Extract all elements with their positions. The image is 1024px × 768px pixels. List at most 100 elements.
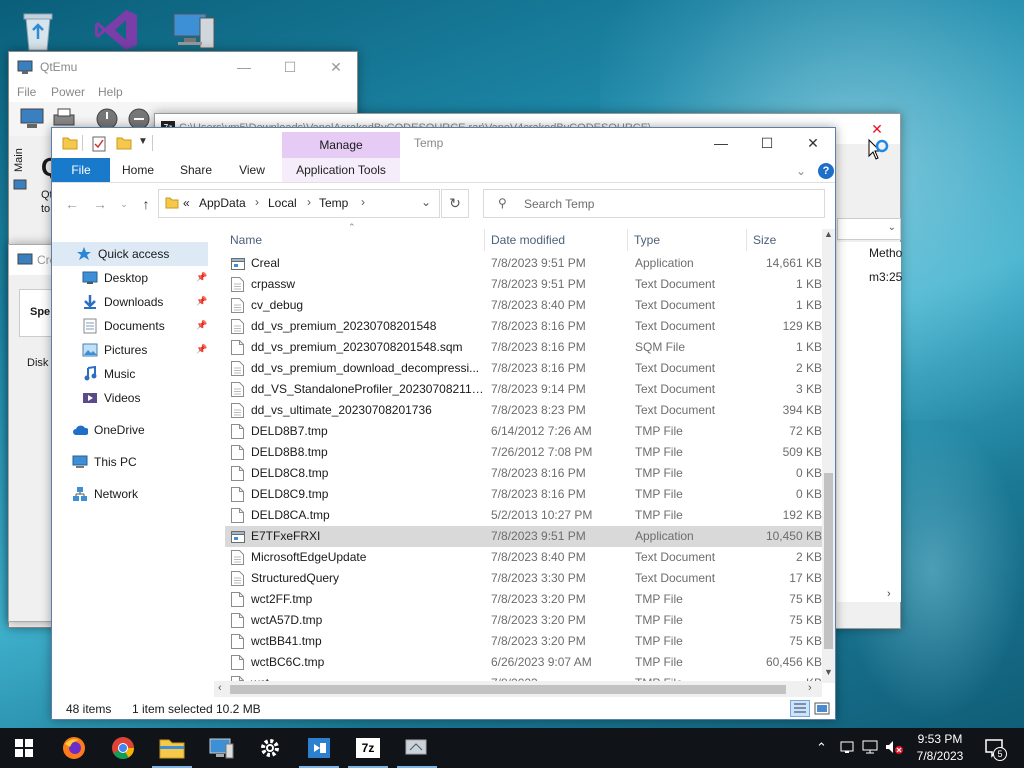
visual-studio-icon[interactable] bbox=[88, 6, 144, 54]
maximize-icon[interactable]: ☐ bbox=[744, 128, 790, 158]
tab-share[interactable]: Share bbox=[174, 158, 218, 182]
network-status-icon[interactable] bbox=[840, 740, 854, 757]
file-row[interactable]: Creal 7/8/2023 9:51 PM Application 14,661 K… bbox=[225, 253, 822, 274]
file-row[interactable]: DELD8B7.tmp 6/14/2012 7:26 AM TMP File 72 K… bbox=[225, 421, 822, 442]
clock-date[interactable]: 7/8/2023 bbox=[910, 749, 970, 763]
menu-help[interactable]: Help bbox=[98, 85, 123, 99]
nav-item-pictures[interactable]: Pictures bbox=[82, 339, 147, 361]
file-row[interactable]: dd_vs_premium_download_decompressi... 7/8… bbox=[225, 358, 822, 379]
clock-time[interactable]: 9:53 PM bbox=[910, 732, 970, 746]
tab-main[interactable]: Main bbox=[11, 142, 29, 182]
pin-icon[interactable]: 📌 bbox=[196, 272, 207, 283]
breadcrumb-overflow[interactable]: « bbox=[183, 196, 190, 210]
file-row[interactable]: wct2FF.tmp 7/8/2023 3:20 PM TMP File 75 KB bbox=[225, 589, 822, 610]
nav-item-downloads[interactable]: Downloads bbox=[82, 291, 163, 313]
nav-item-quick-access[interactable]: Quick access bbox=[76, 243, 169, 265]
file-row[interactable]: DELD8CA.tmp 5/2/2013 10:27 PM TMP File 192 … bbox=[225, 505, 822, 526]
menu-file[interactable]: File bbox=[17, 85, 36, 99]
remote-desktop-icon[interactable] bbox=[197, 728, 245, 768]
nav-item-documents[interactable]: Documents bbox=[82, 315, 165, 337]
file-row[interactable]: dd_vs_premium_20230708201548 7/8/2023 8:1… bbox=[225, 316, 822, 337]
qtemu-icon[interactable] bbox=[393, 728, 441, 768]
visual-studio-installer-icon[interactable] bbox=[295, 728, 343, 768]
minimize-icon[interactable]: — bbox=[221, 52, 267, 82]
search-input[interactable]: ⚲ Search Temp bbox=[483, 189, 825, 218]
ribbon-expand-icon[interactable]: ⌄ bbox=[796, 164, 806, 178]
column-date-modified[interactable]: Date modified bbox=[485, 229, 627, 251]
minimize-icon[interactable]: — bbox=[698, 128, 744, 158]
breadcrumb-temp[interactable]: Temp bbox=[319, 196, 348, 210]
scroll-right-icon[interactable]: › bbox=[808, 682, 812, 694]
file-row[interactable]: dd_vs_premium_20230708201548.sqm 7/8/2023… bbox=[225, 337, 822, 358]
chevron-right-icon[interactable]: › bbox=[887, 588, 891, 600]
file-row[interactable]: cv_debug 7/8/2023 8:40 PM Text Document 1 K… bbox=[225, 295, 822, 316]
maximize-icon[interactable]: ☐ bbox=[267, 52, 313, 82]
file-row[interactable]: dd_VS_StandaloneProfiler_20230708211433 7… bbox=[225, 379, 822, 400]
file-row[interactable]: wctA57D.tmp 7/8/2023 3:20 PM TMP File 75 KB bbox=[225, 610, 822, 631]
up-arrow-icon[interactable]: ↑ bbox=[134, 192, 158, 216]
file-row[interactable]: DELD8C9.tmp 7/8/2023 8:16 PM TMP File 0 KB bbox=[225, 484, 822, 505]
nav-item-onedrive[interactable]: OneDrive bbox=[72, 419, 145, 441]
address-bar[interactable]: « AppData › Local › Temp › ⌄ bbox=[158, 189, 440, 218]
close-icon[interactable]: ✕ bbox=[313, 52, 359, 82]
scroll-left-icon[interactable]: ‹ bbox=[218, 682, 222, 694]
chrome-icon[interactable] bbox=[99, 728, 147, 768]
file-explorer-icon[interactable] bbox=[148, 728, 196, 768]
notification-center-icon[interactable]: 5 bbox=[984, 738, 1007, 761]
nav-item-videos[interactable]: Videos bbox=[82, 387, 140, 409]
tab-application-tools[interactable]: Application Tools bbox=[282, 158, 400, 182]
horizontal-scrollbar[interactable]: ‹ › bbox=[214, 681, 822, 697]
close-icon[interactable]: ✕ bbox=[790, 128, 836, 158]
tab-file[interactable]: File bbox=[52, 158, 110, 182]
volume-muted-icon[interactable] bbox=[884, 739, 904, 758]
column-type[interactable]: Type bbox=[628, 229, 746, 251]
nav-item-this-pc[interactable]: This PC bbox=[72, 451, 137, 473]
new-folder-icon[interactable] bbox=[116, 136, 132, 153]
properties-icon[interactable] bbox=[92, 136, 106, 155]
nav-item-desktop[interactable]: Desktop bbox=[82, 267, 148, 289]
details-view-icon[interactable] bbox=[790, 700, 810, 717]
file-row[interactable]: StructuredQuery 7/8/2023 3:30 PM Text Docu… bbox=[225, 568, 822, 589]
this-pc-icon[interactable] bbox=[166, 6, 222, 54]
file-row[interactable]: E7TFxeFRXI 7/8/2023 9:51 PM Application 10,… bbox=[225, 526, 822, 547]
scrollbar-thumb[interactable] bbox=[824, 473, 833, 649]
file-row[interactable]: MicrosoftEdgeUpdate 7/8/2023 8:40 PM Text … bbox=[225, 547, 822, 568]
file-row[interactable]: DELD8B8.tmp 7/26/2012 7:08 PM TMP File 509 … bbox=[225, 442, 822, 463]
new-machine-icon[interactable] bbox=[19, 106, 45, 133]
ethernet-icon[interactable] bbox=[862, 740, 878, 757]
file-row[interactable]: dd_vs_ultimate_20230708201736 7/8/2023 8:… bbox=[225, 400, 822, 421]
7zip-icon[interactable]: 7z bbox=[344, 728, 392, 768]
forward-arrow-icon[interactable]: → bbox=[88, 192, 112, 216]
column-method[interactable]: Metho bbox=[869, 246, 902, 260]
file-row[interactable]: wctBC6C.tmp 6/26/2023 9:07 AM TMP File 60,4… bbox=[225, 652, 822, 673]
address-dropdown-icon[interactable]: ⌄ bbox=[421, 195, 431, 209]
file-row[interactable]: wctBB41.tmp 7/8/2023 3:20 PM TMP File 75 KB bbox=[225, 631, 822, 652]
refresh-icon[interactable]: ↻ bbox=[441, 189, 469, 218]
show-hidden-icons-icon[interactable]: ⌃ bbox=[816, 740, 827, 756]
breadcrumb-local[interactable]: Local bbox=[268, 196, 297, 210]
firefox-icon[interactable] bbox=[50, 728, 98, 768]
file-row[interactable]: DELD8C8.tmp 7/8/2023 8:16 PM TMP File 0 KB bbox=[225, 463, 822, 484]
file-row[interactable]: crpassw 7/8/2023 9:51 PM Text Document 1 KB bbox=[225, 274, 822, 295]
scroll-down-icon[interactable]: ▼ bbox=[824, 667, 833, 677]
7zip-combo[interactable]: ⌄ bbox=[837, 218, 901, 240]
large-icons-view-icon[interactable] bbox=[814, 701, 830, 719]
file-list[interactable]: Creal 7/8/2023 9:51 PM Application 14,661 K… bbox=[225, 253, 822, 683]
breadcrumb-appdata[interactable]: AppData bbox=[199, 196, 246, 210]
file-explorer-window[interactable]: ▼ Temp — ☐ ✕ Manage File Home Share View… bbox=[51, 127, 836, 720]
settings-icon[interactable] bbox=[246, 728, 294, 768]
column-size[interactable]: Size bbox=[747, 229, 819, 251]
help-icon[interactable]: ? bbox=[818, 163, 834, 179]
pin-icon[interactable]: 📌 bbox=[196, 296, 207, 307]
pin-icon[interactable]: 📌 bbox=[196, 344, 207, 355]
nav-item-network[interactable]: Network bbox=[72, 483, 138, 505]
tab-view[interactable]: View bbox=[230, 158, 274, 182]
start-icon[interactable] bbox=[0, 728, 48, 768]
recent-locations-icon[interactable]: ⌄ bbox=[112, 192, 136, 216]
nav-item-music[interactable]: Music bbox=[82, 363, 135, 385]
quick-access-dropdown-icon[interactable]: ▼ bbox=[138, 136, 148, 147]
scrollbar-thumb[interactable] bbox=[230, 685, 786, 694]
vertical-scrollbar[interactable]: ▲ ▼ bbox=[822, 229, 835, 683]
scroll-up-icon[interactable]: ▲ bbox=[824, 229, 833, 239]
manage-context-header[interactable]: Manage bbox=[282, 132, 400, 158]
